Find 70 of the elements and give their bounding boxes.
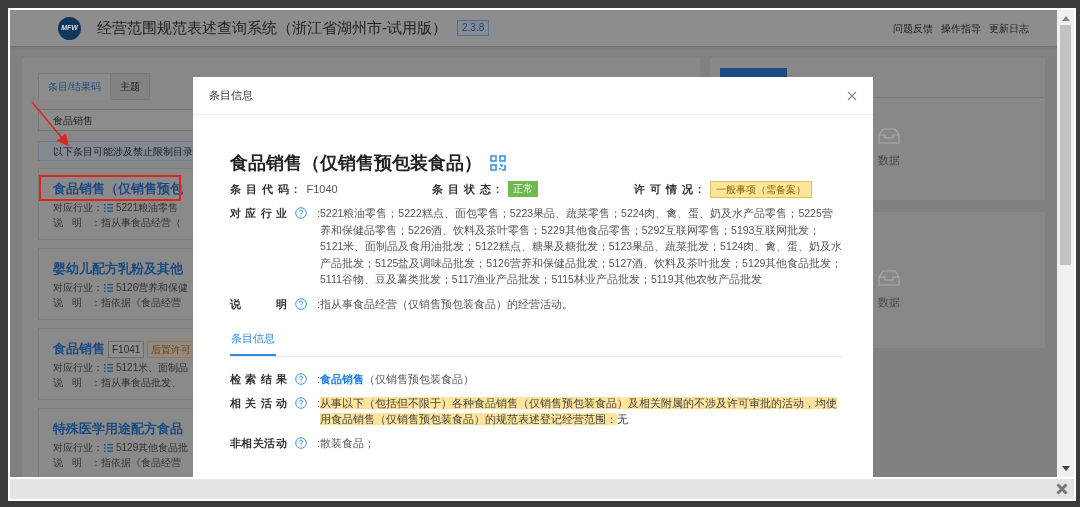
result-link[interactable]: 食品销售 (320, 372, 364, 385)
field-label: 条目代码: (230, 181, 303, 197)
row-label: 说明： (53, 296, 101, 310)
row-label: 说明： (53, 456, 101, 470)
result-title[interactable]: 婴幼儿配方乳粉及其他 (53, 259, 183, 279)
detail-label: 对应行业 (230, 206, 287, 221)
tab[interactable]: 条目信息 (230, 330, 276, 356)
empty-box-icon (878, 270, 900, 286)
field-label: 许可情况: (634, 181, 707, 197)
list-icon (104, 283, 113, 292)
row-value: 5126营养和保健 (116, 281, 189, 295)
detail-label: 非相关活动 (230, 436, 287, 451)
empty-box-icon (878, 128, 900, 144)
row-label: 对应行业： (53, 361, 101, 375)
help-icon[interactable] (294, 397, 307, 409)
row-label: 对应行业： (53, 441, 101, 455)
scrollbar[interactable] (1057, 10, 1074, 477)
colon-text: : (316, 396, 320, 411)
field-label: 条目状态: (432, 181, 505, 197)
related-activity-text: 从事以下（包括但不限于）各种食品销售（仅销售预包装食品）及相关附属的不涉及许可审批的活动，均使用食品销售（仅销售预包装食品）的规范表述登记经营范围：无 (320, 396, 838, 427)
close-icon[interactable] (847, 90, 857, 101)
help-icon[interactable] (294, 207, 307, 219)
detail-text: 指从事食品经营（仅销售预包装食品）的经营活动。 (320, 296, 574, 312)
header-link[interactable]: 操作指导 (941, 20, 981, 36)
colon-text: : (316, 296, 320, 312)
dialog-title: 条目信息 (209, 88, 253, 104)
row-value: 5129其他食品批 (116, 441, 189, 455)
tab[interactable]: 条目/结果码 (38, 73, 111, 100)
row-value: 指依据《食品经营 (101, 456, 181, 470)
scroll-thumb[interactable] (1060, 25, 1071, 265)
scroll-up-icon[interactable] (1061, 16, 1070, 21)
item-code: F1040 (306, 181, 338, 197)
result-text: （仅销售预包装食品） (364, 372, 474, 385)
help-icon[interactable] (294, 297, 307, 310)
colon-text: : (316, 206, 320, 221)
result-title[interactable]: 食品销售 (53, 339, 105, 359)
header-link[interactable]: 问题反馈 (893, 20, 933, 36)
detail-text: 5221粮油零售；5222糕点、面包零售；5223果品、蔬菜零售；5224肉、禽、蛋、奶及水产品零售；5225营养和保健品零售；5226酒、饮料及茶叶零售；5229其他食品零售；5292互联网零售；5193互联网批发；5121米、面制品及食用油批发；5122糕点、糖果及糖批发；5123果品、蔬菜批发；5124肉、禽、蛋、奶及水产品批发；5125盐及调味品批发；5126营养和保健品批发；5127酒、饮料及茶叶批发；5129其他食品批发；5111谷物、豆及薯类批发；5117渔业产品批发；5115林业产品批发；5119其他农牧产品批发 (320, 206, 843, 287)
row-label: 对应行业： (53, 281, 101, 295)
list-icon (104, 443, 113, 452)
result-title[interactable]: 特殊医学用途配方食品 (53, 419, 183, 439)
detail-label: 检索结果 (230, 371, 287, 387)
row-label: 说明： (53, 216, 101, 230)
row-label: 说明： (53, 376, 101, 390)
detail-label: 相关活动 (230, 396, 287, 411)
row-value: 指从事食品经营（ (101, 216, 181, 230)
permit-tag: 后置许可 (147, 340, 196, 358)
help-icon[interactable] (294, 372, 307, 385)
row-value: 指从事食品批发、 (101, 376, 181, 390)
version-badge: 2.3.8 (457, 20, 490, 36)
close-icon[interactable] (1056, 483, 1068, 495)
row-value: 指依据《食品经营 (101, 296, 181, 310)
header-link[interactable]: 更新日志 (989, 20, 1029, 36)
list-icon (104, 363, 113, 372)
status-badge: 正常 (508, 181, 539, 197)
list-icon (104, 203, 113, 212)
colon-text: : (316, 371, 320, 387)
row-label: 对应行业： (53, 201, 101, 215)
scroll-down-icon[interactable] (1061, 466, 1070, 471)
row-value: 5221粮油零售 (116, 201, 179, 215)
detail-label: 说明 (230, 296, 287, 312)
tab[interactable]: 主题 (110, 73, 150, 100)
row-value: 5121米、面制品 (116, 361, 189, 375)
item-code: F1041 (108, 340, 145, 358)
permit-badge: 一般事项（需备案） (710, 180, 813, 198)
help-icon[interactable] (294, 437, 307, 449)
qr-code-icon[interactable] (490, 155, 506, 171)
unrelated-activity-text: 散装食品； (320, 436, 375, 451)
app-title: 经营范围规范表述查询系统（浙江省湖州市-试用版） (97, 17, 447, 38)
colon-text: : (316, 436, 320, 451)
